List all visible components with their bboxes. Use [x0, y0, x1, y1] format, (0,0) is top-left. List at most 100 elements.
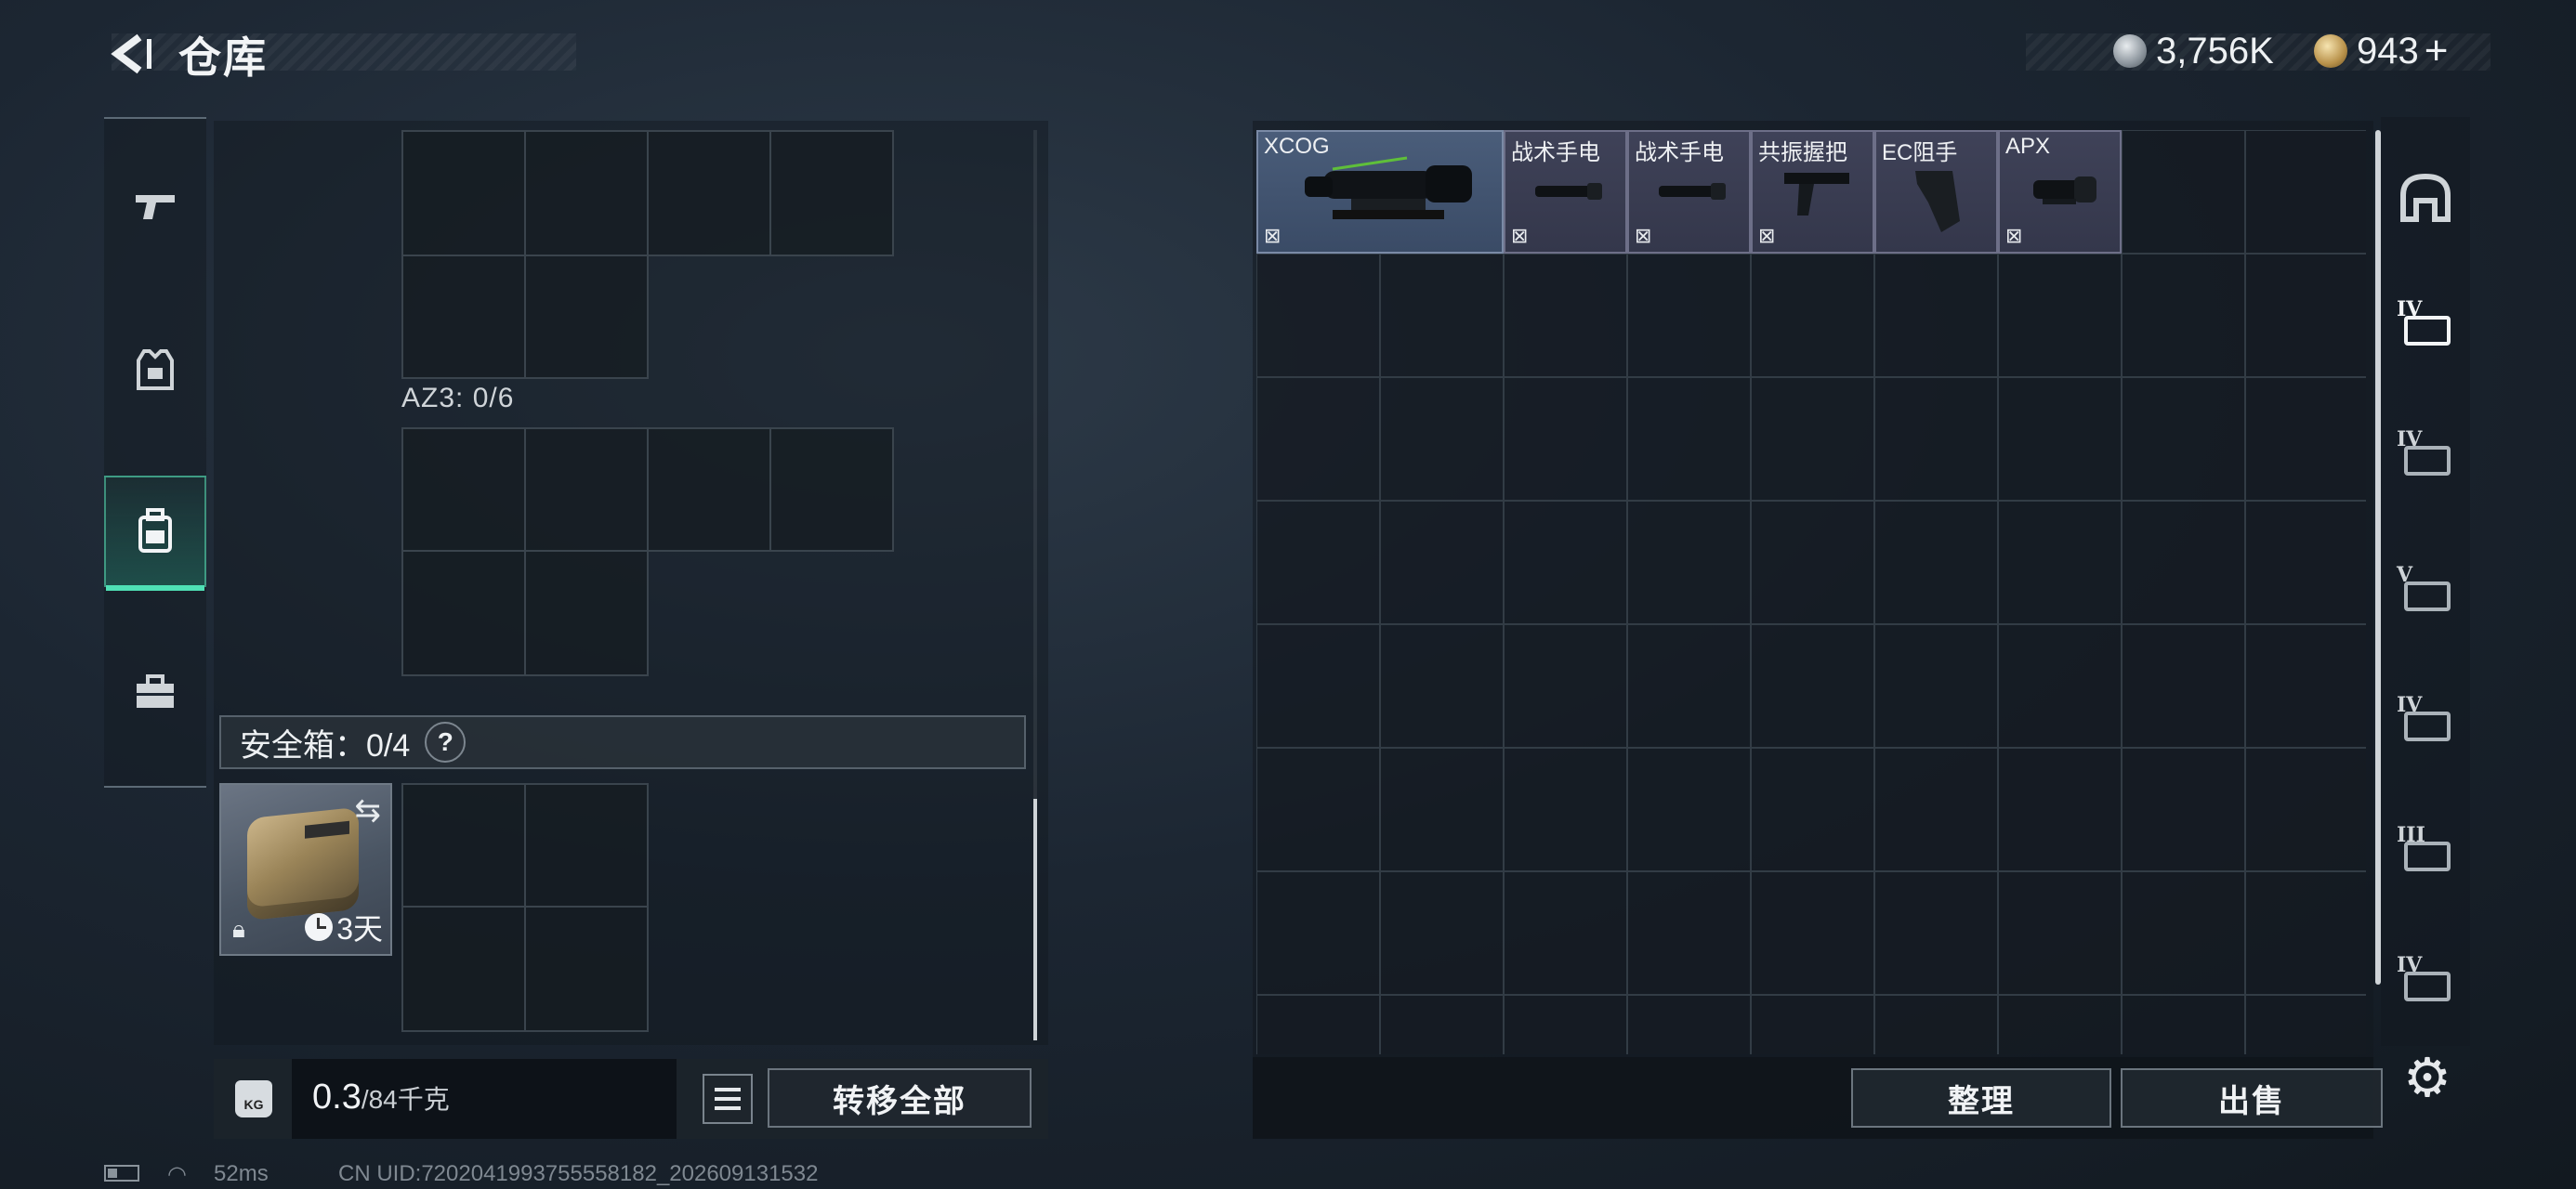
- warehouse-slot[interactable]: [2122, 748, 2245, 871]
- item-flashlight[interactable]: 战术手电 ⊠: [1627, 130, 1751, 254]
- item-xcog[interactable]: XCOG ⊠: [1256, 130, 1504, 254]
- warehouse-slot[interactable]: [1627, 871, 1751, 995]
- warehouse-slot[interactable]: [1874, 995, 1998, 1054]
- az3-slot[interactable]: [647, 427, 771, 552]
- warehouse-slot[interactable]: [1380, 871, 1504, 995]
- warehouse-slot[interactable]: [2245, 377, 2366, 501]
- warehouse-slot[interactable]: [2122, 871, 2245, 995]
- warehouse-slot[interactable]: [1627, 254, 1751, 377]
- warehouse-slot[interactable]: [2122, 377, 2245, 501]
- warehouse-slot[interactable]: [1504, 501, 1627, 624]
- rnav-tag[interactable]: IV: [2381, 920, 2470, 1040]
- warehouse-slot[interactable]: [1256, 624, 1380, 748]
- warehouse-slot[interactable]: [2245, 130, 2366, 254]
- add-currency-icon[interactable]: +: [2425, 28, 2449, 74]
- warehouse-slot[interactable]: [1627, 995, 1751, 1054]
- warehouse-slot[interactable]: [2245, 624, 2366, 748]
- warehouse-slot[interactable]: [2122, 254, 2245, 377]
- warehouse-slot[interactable]: [1751, 377, 1874, 501]
- warehouse-slot[interactable]: [1256, 995, 1380, 1054]
- item-apx[interactable]: APX ⊠: [1998, 130, 2122, 254]
- warehouse-slot[interactable]: [1998, 377, 2122, 501]
- warehouse-slot[interactable]: [1998, 871, 2122, 995]
- warehouse-slot[interactable]: [1256, 748, 1380, 871]
- rnav-chip-iv[interactable]: IV: [2381, 660, 2470, 780]
- warehouse-slot[interactable]: [1751, 254, 1874, 377]
- nav-backpack[interactable]: [104, 476, 206, 591]
- safe-box-slot[interactable]: ⇆ 🔒︎ 3天: [219, 783, 392, 956]
- rnav-magazine[interactable]: IV: [2381, 394, 2470, 515]
- safe-slot[interactable]: [401, 906, 526, 1032]
- item-ec-stop[interactable]: EC阻手: [1874, 130, 1998, 254]
- left-scrollbar-thumb[interactable]: [1033, 799, 1037, 1040]
- warehouse-slot[interactable]: [2245, 871, 2366, 995]
- warehouse-slot[interactable]: [1874, 624, 1998, 748]
- warehouse-slot[interactable]: [2122, 501, 2245, 624]
- warehouse-slot[interactable]: [1874, 254, 1998, 377]
- warehouse-slot[interactable]: [2122, 995, 2245, 1054]
- warehouse-slot[interactable]: [1380, 377, 1504, 501]
- warehouse-slot[interactable]: [2122, 624, 2245, 748]
- warehouse-slot[interactable]: [1504, 254, 1627, 377]
- sell-button[interactable]: 出售: [2121, 1068, 2383, 1128]
- rnav-chip-v[interactable]: V: [2381, 529, 2470, 650]
- nav-toolbox[interactable]: [104, 637, 206, 749]
- warehouse-slot[interactable]: [1504, 995, 1627, 1054]
- swap-icon[interactable]: ⇆: [355, 792, 382, 830]
- safe-slot[interactable]: [401, 783, 526, 908]
- warehouse-slot[interactable]: [1380, 995, 1504, 1054]
- warehouse-slot[interactable]: [1504, 871, 1627, 995]
- az3-slot[interactable]: [524, 427, 649, 552]
- warehouse-slot[interactable]: [1380, 748, 1504, 871]
- warehouse-slot[interactable]: [1256, 871, 1380, 995]
- warehouse-slot[interactable]: [1380, 501, 1504, 624]
- item-grip[interactable]: 共振握把 ⊠: [1751, 130, 1874, 254]
- warehouse-slot[interactable]: [1504, 624, 1627, 748]
- warehouse-slot[interactable]: [1874, 871, 1998, 995]
- warehouse-slot[interactable]: [2245, 995, 2366, 1054]
- container-slot[interactable]: [401, 130, 526, 256]
- safe-slot[interactable]: [524, 906, 649, 1032]
- warehouse-slot[interactable]: [1874, 377, 1998, 501]
- warehouse-slot[interactable]: [1627, 377, 1751, 501]
- rnav-chip-iii[interactable]: III: [2381, 790, 2470, 910]
- warehouse-slot[interactable]: [1751, 871, 1874, 995]
- help-icon[interactable]: ?: [425, 722, 467, 763]
- rnav-helmet[interactable]: [2381, 137, 2470, 258]
- list-view-button[interactable]: [703, 1074, 753, 1124]
- warehouse-slot[interactable]: [1751, 748, 1874, 871]
- nav-armor[interactable]: [104, 314, 206, 425]
- warehouse-slot[interactable]: [1751, 624, 1874, 748]
- transfer-all-button[interactable]: 转移全部: [768, 1068, 1032, 1128]
- back-arrow-icon[interactable]: [102, 28, 158, 80]
- warehouse-slot[interactable]: [2245, 501, 2366, 624]
- warehouse-slot[interactable]: [1256, 377, 1380, 501]
- container-slot[interactable]: [647, 130, 771, 256]
- az3-slot[interactable]: [401, 550, 526, 676]
- warehouse-slot[interactable]: [1380, 624, 1504, 748]
- warehouse-slot[interactable]: [1874, 748, 1998, 871]
- warehouse-slot[interactable]: [1998, 624, 2122, 748]
- warehouse-slot[interactable]: [1256, 254, 1380, 377]
- container-slot[interactable]: [401, 255, 526, 379]
- gear-icon[interactable]: ⚙: [2403, 1046, 2451, 1109]
- item-flashlight[interactable]: 战术手电 ⊠: [1504, 130, 1627, 254]
- sort-button[interactable]: 整理: [1851, 1068, 2111, 1128]
- warehouse-slot[interactable]: [1380, 254, 1504, 377]
- warehouse-slot[interactable]: [1751, 501, 1874, 624]
- warehouse-slot[interactable]: [1627, 624, 1751, 748]
- safe-slot[interactable]: [524, 783, 649, 908]
- warehouse-slot[interactable]: [2245, 748, 2366, 871]
- az3-slot[interactable]: [524, 550, 649, 676]
- warehouse-slot[interactable]: [1874, 501, 1998, 624]
- rnav-scope[interactable]: IV: [2381, 264, 2470, 385]
- az3-slot[interactable]: [401, 427, 526, 552]
- gold-currency[interactable]: 943 +: [2314, 28, 2448, 74]
- nav-weapons[interactable]: [104, 150, 206, 262]
- container-slot[interactable]: [524, 130, 649, 256]
- warehouse-slot[interactable]: [2122, 130, 2245, 254]
- warehouse-slot[interactable]: [1998, 748, 2122, 871]
- warehouse-slot[interactable]: [1998, 501, 2122, 624]
- az3-slot[interactable]: [769, 427, 894, 552]
- warehouse-slot[interactable]: [1627, 501, 1751, 624]
